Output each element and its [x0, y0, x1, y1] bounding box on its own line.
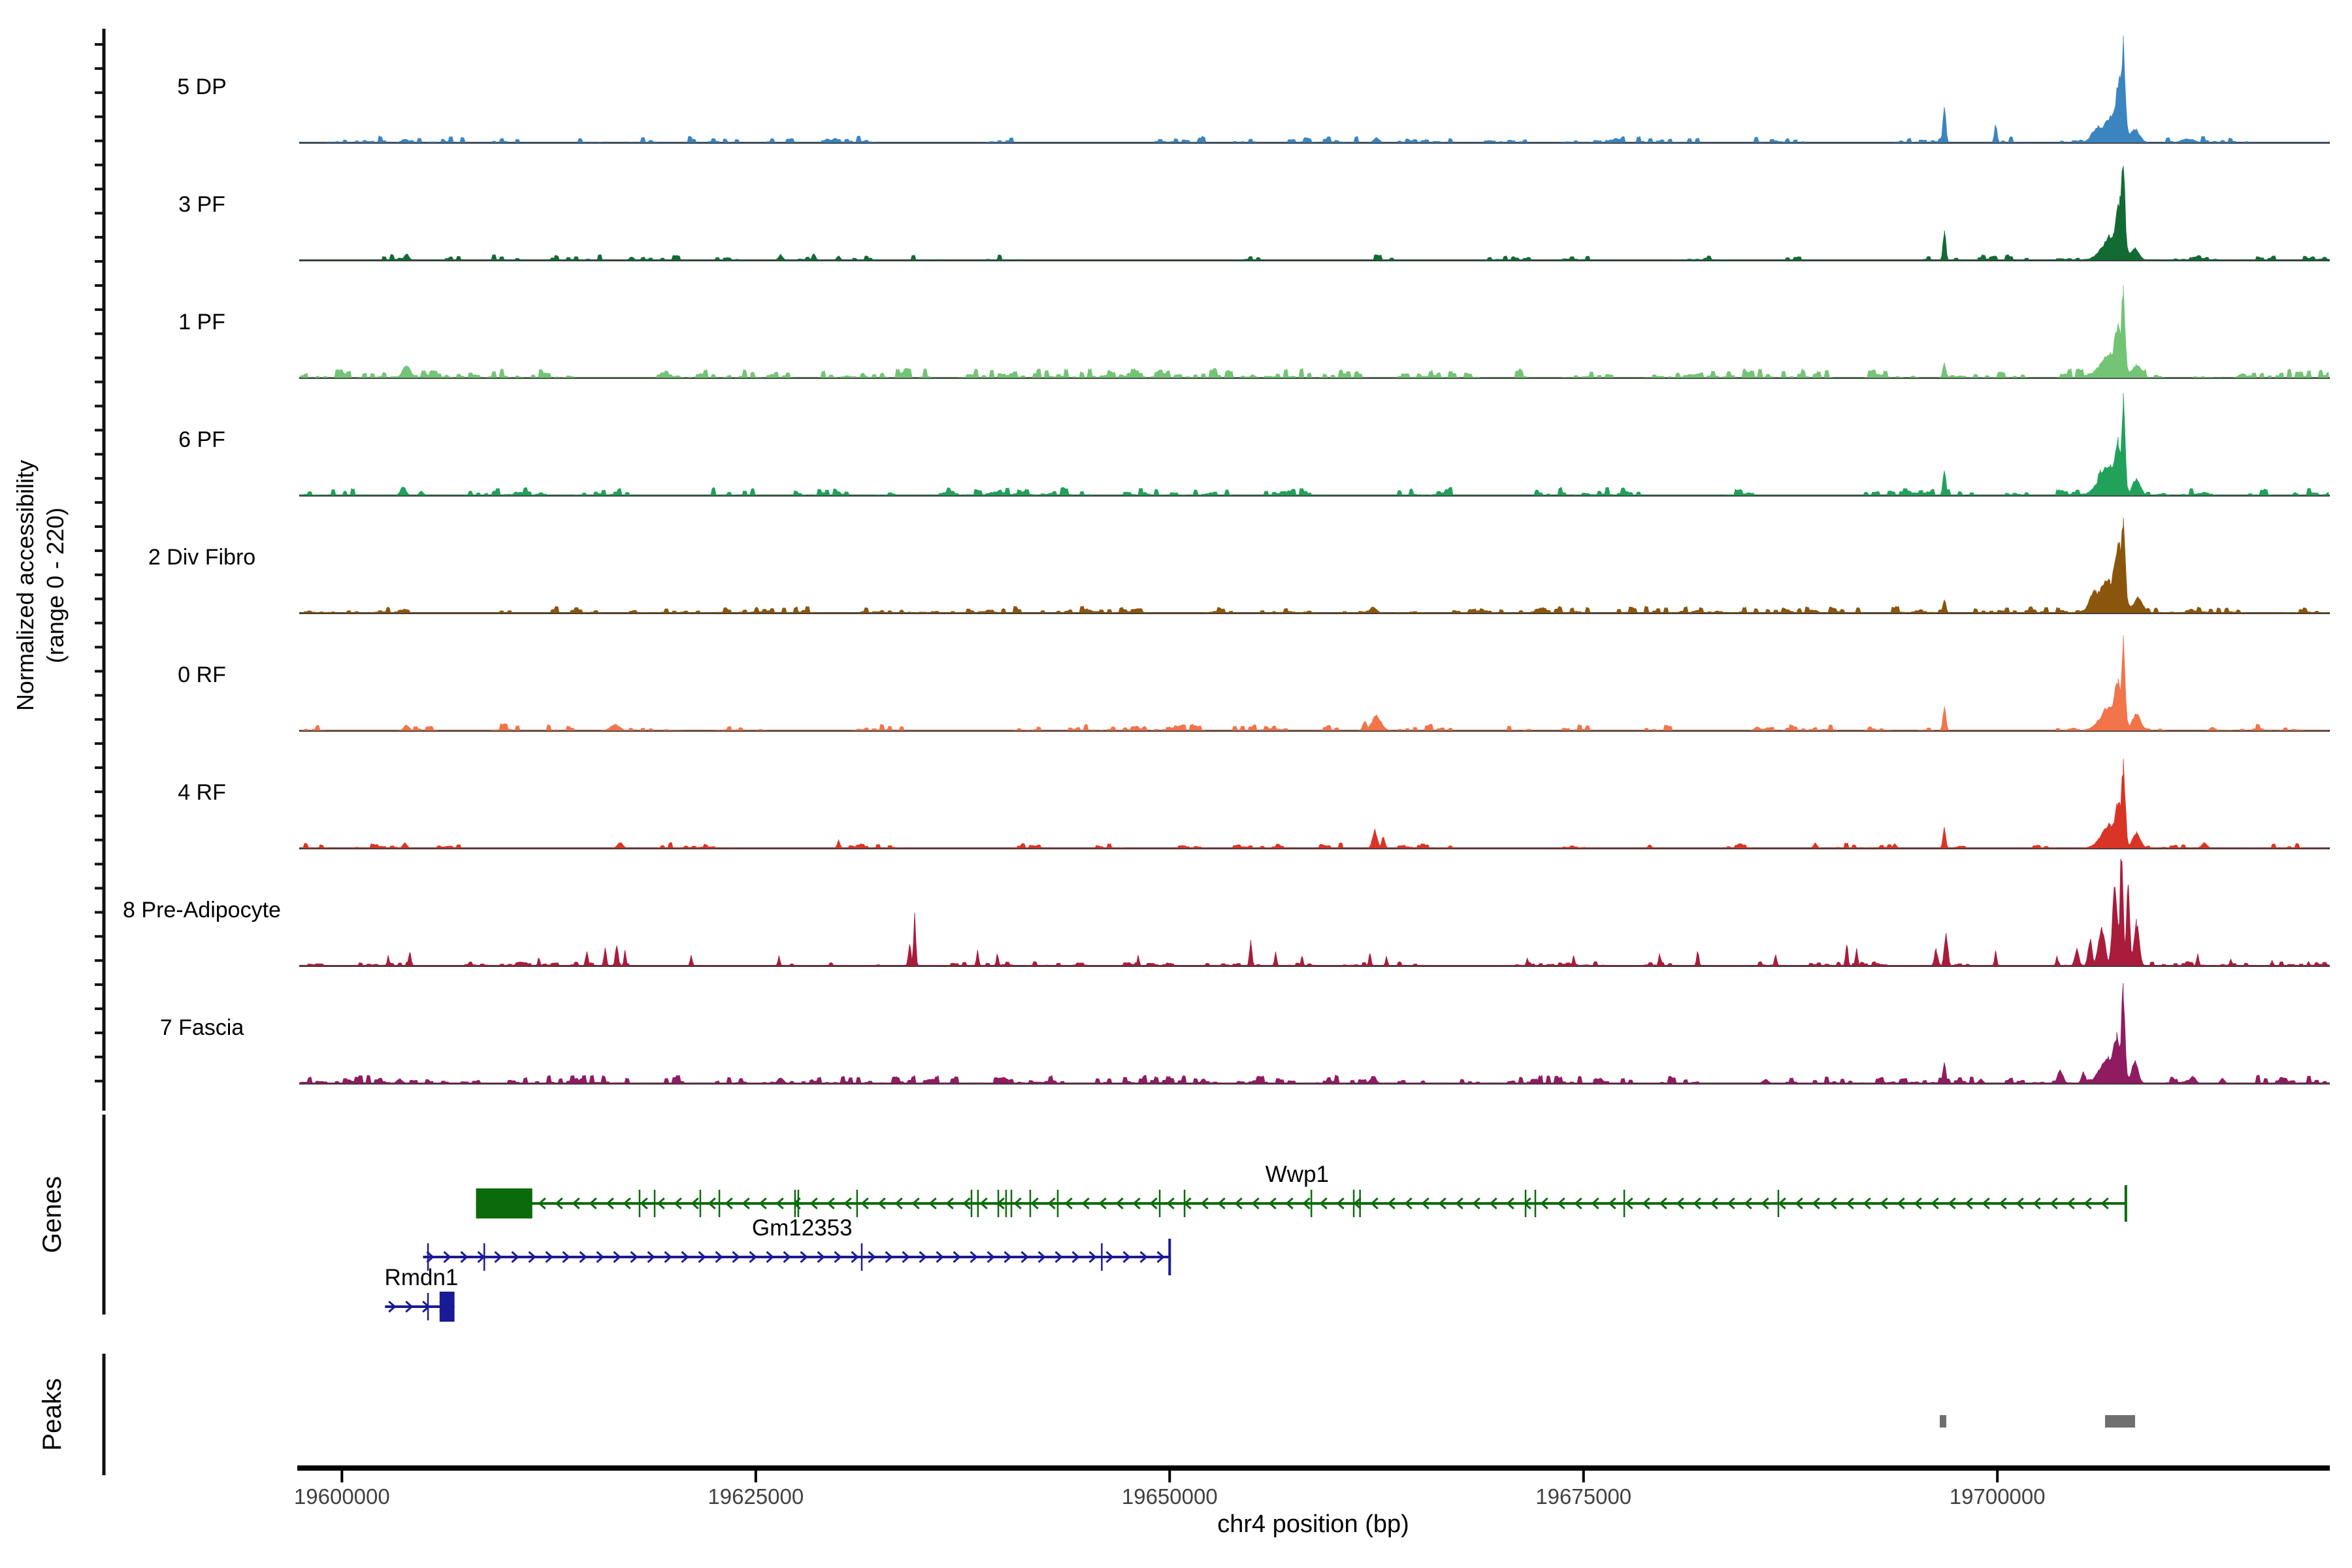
- coverage-signal: [300, 285, 2329, 378]
- coverage-signal: [300, 858, 2329, 966]
- gene-wwp1: Wwp1: [476, 1162, 2127, 1222]
- exon-box: [476, 1188, 532, 1218]
- exon-box: [439, 1292, 455, 1322]
- coverage-signal: [301, 166, 2329, 261]
- coverage-track-0-rf: [300, 635, 2328, 731]
- x-tick-label: 19600000: [293, 1484, 390, 1509]
- gene-label: Rmdn1: [385, 1265, 459, 1290]
- gene-label: Wwp1: [1266, 1162, 1329, 1187]
- coverage-signal: [300, 983, 2329, 1084]
- called-peak-box: [2104, 1415, 2135, 1428]
- gene-rmdn1: Rmdn1: [385, 1265, 459, 1322]
- coverage-track-6-pf: [300, 393, 2329, 496]
- x-tick-label: 19700000: [1949, 1484, 2046, 1509]
- coverage-track-1-pf: [300, 285, 2329, 378]
- called-peak-box: [1939, 1415, 1946, 1428]
- coverage-signal: [301, 517, 2329, 613]
- x-tick-label: 19675000: [1535, 1484, 1632, 1509]
- coverage-track-2-div-fibro: [301, 517, 2329, 613]
- x-tick-label: 19625000: [708, 1484, 804, 1509]
- coverage-track-8-pre-adipocyte: [300, 858, 2329, 966]
- x-tick-label: 19650000: [1121, 1484, 1218, 1509]
- coverage-plot-figure: Normalized accessibility (range 0 - 220)…: [0, 0, 2352, 1568]
- coverage-track-4-rf: [301, 759, 2328, 849]
- gene-label: Gm12353: [752, 1215, 853, 1241]
- coverage-track-7-fascia: [300, 983, 2329, 1084]
- coverage-signal: [301, 35, 2328, 143]
- coverage-track-3-pf: [301, 166, 2329, 261]
- gene-gm12353: Gm12353: [423, 1215, 1171, 1275]
- coverage-track-5-dp: [301, 35, 2328, 143]
- coverage-signal: [300, 393, 2329, 496]
- coverage-signal: [300, 635, 2328, 731]
- coverage-signal: [301, 759, 2328, 849]
